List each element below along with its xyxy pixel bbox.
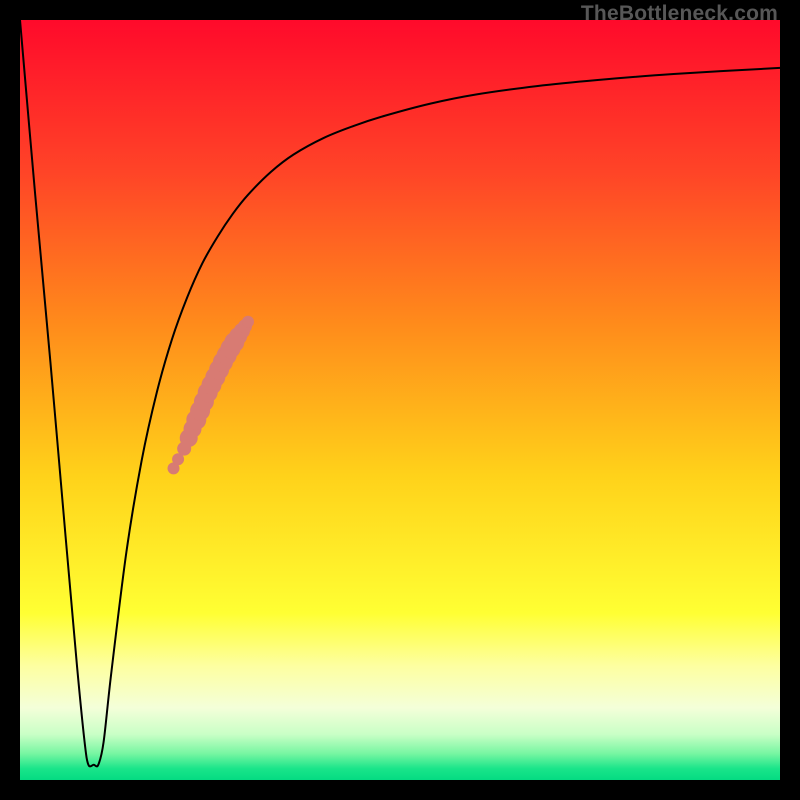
- watermark-text: TheBottleneck.com: [581, 2, 778, 26]
- chart-frame: TheBottleneck.com: [0, 0, 800, 800]
- gradient-background: [20, 20, 780, 780]
- highlight-dot: [242, 316, 254, 328]
- chart-plot: [20, 20, 780, 780]
